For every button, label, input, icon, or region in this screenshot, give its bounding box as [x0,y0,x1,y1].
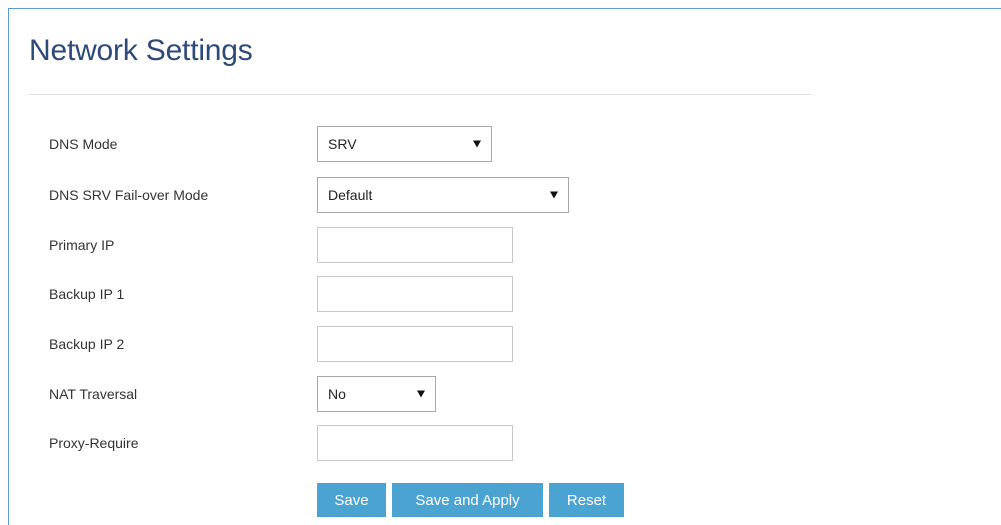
primary-ip-row: Primary IP [9,227,989,263]
backup-ip-1-input[interactable] [317,276,513,312]
nat-traversal-row: NAT Traversal No [9,376,989,412]
save-and-apply-button[interactable]: Save and Apply [392,483,543,517]
dns-srv-failover-select[interactable]: Default [317,177,569,213]
dropdown-arrow-icon [473,140,481,148]
dns-srv-failover-label: DNS SRV Fail-over Mode [49,187,209,203]
primary-ip-input[interactable] [317,227,513,263]
dns-srv-failover-row: DNS SRV Fail-over Mode Default [9,177,989,213]
dns-srv-failover-value: Default [328,187,373,203]
title-divider [29,94,811,95]
backup-ip-1-label: Backup IP 1 [49,286,125,302]
dns-mode-label: DNS Mode [49,136,118,152]
dropdown-arrow-icon [417,390,425,398]
page-title: Network Settings [29,34,253,67]
primary-ip-label: Primary IP [49,237,115,253]
save-button[interactable]: Save [317,483,386,517]
settings-panel: Network Settings DNS Mode SRV DNS SRV Fa… [8,8,1001,525]
proxy-require-row: Proxy-Require [9,425,989,461]
nat-traversal-value: No [328,386,346,402]
dropdown-arrow-icon [550,191,558,199]
dns-mode-select[interactable]: SRV [317,126,492,162]
proxy-require-input[interactable] [317,425,513,461]
reset-button[interactable]: Reset [549,483,624,517]
nat-traversal-label: NAT Traversal [49,386,138,402]
nat-traversal-select[interactable]: No [317,376,436,412]
backup-ip-1-row: Backup IP 1 [9,276,989,312]
backup-ip-2-row: Backup IP 2 [9,326,989,362]
backup-ip-2-label: Backup IP 2 [49,336,125,352]
backup-ip-2-input[interactable] [317,326,513,362]
dns-mode-row: DNS Mode SRV [9,126,989,162]
proxy-require-label: Proxy-Require [49,435,139,451]
dns-mode-value: SRV [328,136,357,152]
